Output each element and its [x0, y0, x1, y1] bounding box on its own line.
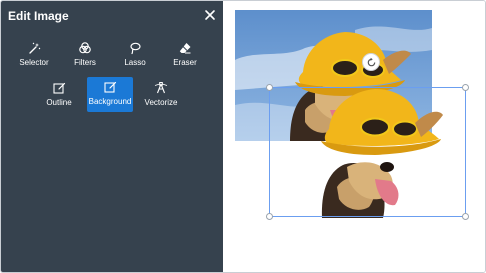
magic-wand-icon	[27, 41, 41, 55]
tool-outline-label: Outline	[46, 98, 72, 107]
tool-background-label: Background	[88, 97, 132, 106]
tool-selector-label: Selector	[19, 58, 49, 67]
close-button[interactable]	[202, 7, 218, 23]
edit-image-window: Edit Image Selector Filters Lasso Eraser…	[0, 0, 486, 273]
resize-handle-top-left[interactable]	[266, 84, 273, 91]
resize-handle-top-right[interactable]	[462, 84, 469, 91]
panel-title: Edit Image	[8, 9, 69, 23]
rotate-icon	[367, 57, 375, 66]
tool-vectorize[interactable]: Vectorize	[139, 78, 183, 112]
close-icon	[205, 10, 215, 20]
resize-handle-bottom-left[interactable]	[266, 213, 273, 220]
tool-outline[interactable]: Outline	[37, 78, 81, 112]
selection-box[interactable]	[269, 87, 466, 217]
outline-icon	[52, 81, 66, 95]
tool-lasso[interactable]: Lasso	[113, 38, 157, 72]
resize-handle-bottom-right[interactable]	[462, 213, 469, 220]
filters-icon	[78, 41, 92, 55]
tool-filters[interactable]: Filters	[63, 38, 107, 72]
tool-filters-label: Filters	[74, 58, 96, 67]
tool-vectorize-label: Vectorize	[144, 98, 178, 107]
eraser-icon	[178, 41, 192, 55]
background-icon	[103, 80, 117, 94]
tool-eraser[interactable]: Eraser	[163, 38, 207, 72]
edit-image-panel: Edit Image Selector Filters Lasso Eraser…	[1, 1, 223, 272]
tool-eraser-label: Eraser	[173, 58, 197, 67]
rotate-handle[interactable]	[362, 53, 380, 71]
lasso-icon	[128, 41, 142, 55]
tool-background[interactable]: Background	[87, 77, 133, 112]
image-canvas[interactable]	[224, 1, 485, 272]
tool-lasso-label: Lasso	[124, 58, 146, 67]
tool-selector[interactable]: Selector	[12, 38, 56, 72]
vectorize-icon	[154, 81, 168, 95]
